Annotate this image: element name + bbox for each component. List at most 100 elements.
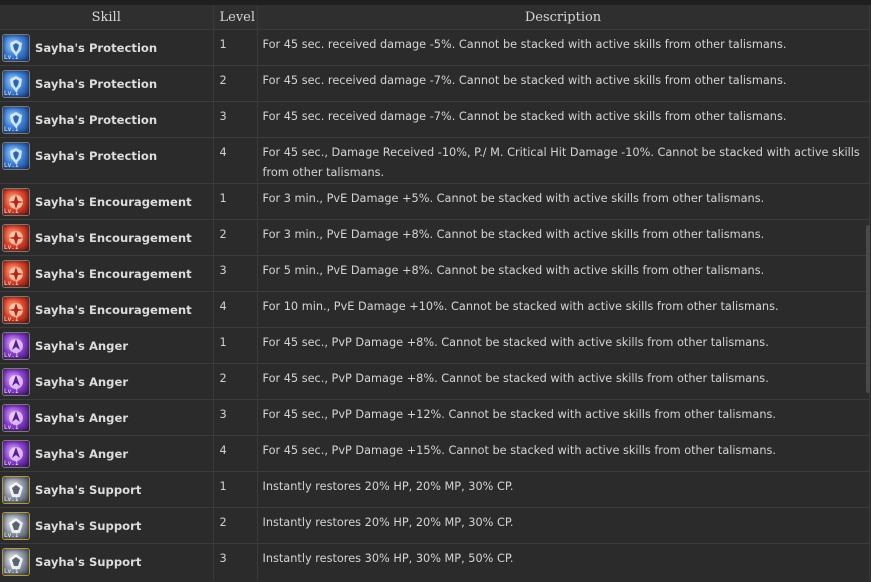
sayhas-support-icon[interactable]: Lv.1 bbox=[2, 512, 30, 540]
skill-wrap: Lv.1 Sayha's Encouragement bbox=[2, 222, 213, 254]
skill-cell: Lv.1 Sayha's Protection bbox=[0, 137, 214, 184]
sayhas-encouragement-icon[interactable]: Lv.1 bbox=[2, 296, 30, 324]
header-skill[interactable]: Skill bbox=[0, 5, 214, 30]
skill-name[interactable]: Sayha's Support bbox=[35, 552, 141, 572]
header-description[interactable]: Description bbox=[257, 5, 870, 30]
sayhas-encouragement-icon[interactable]: Lv.1 bbox=[2, 224, 30, 252]
skills-table: Skill Level Description Lv.1 Sayha's Prot… bbox=[0, 5, 870, 580]
table-row[interactable]: Lv.1 Sayha's Anger 1 For 45 sec., PvP Damag… bbox=[0, 327, 870, 364]
icon-level-badge: Lv.1 bbox=[4, 280, 19, 287]
sayhas-encouragement-icon[interactable]: Lv.1 bbox=[2, 260, 30, 288]
skill-cell: Lv.1 Sayha's Encouragement bbox=[0, 219, 214, 256]
icon-level-badge: Lv.1 bbox=[4, 568, 19, 575]
skill-name[interactable]: Sayha's Anger bbox=[35, 336, 128, 356]
sayhas-protection-icon[interactable]: Lv.1 bbox=[2, 34, 30, 62]
level-cell: 4 bbox=[213, 291, 258, 328]
skill-wrap: Lv.1 Sayha's Anger bbox=[2, 330, 213, 362]
level-cell: 4 bbox=[213, 435, 258, 472]
table-row[interactable]: Lv.1 Sayha's Protection 4 For 45 sec., Dama… bbox=[0, 137, 870, 184]
icon-level-badge: Lv.1 bbox=[4, 460, 19, 467]
table-row[interactable]: Lv.1 Sayha's Encouragement 1 For 3 min., Pv… bbox=[0, 183, 870, 220]
skill-name[interactable]: Sayha's Protection bbox=[35, 146, 157, 166]
skill-name[interactable]: Sayha's Encouragement bbox=[35, 228, 192, 248]
skill-cell: Lv.1 Sayha's Support bbox=[0, 543, 214, 580]
level-cell: 1 bbox=[213, 471, 258, 508]
skill-cell: Lv.1 Sayha's Anger bbox=[0, 435, 214, 472]
description-cell: For 3 min., PvE Damage +5%. Cannot be st… bbox=[257, 183, 870, 220]
skill-wrap: Lv.1 Sayha's Support bbox=[2, 474, 213, 506]
sayhas-protection-icon[interactable]: Lv.1 bbox=[2, 70, 30, 98]
skill-name[interactable]: Sayha's Encouragement bbox=[35, 192, 192, 212]
skill-name[interactable]: Sayha's Encouragement bbox=[35, 264, 192, 284]
icon-level-badge: Lv.1 bbox=[4, 532, 19, 539]
icon-level-badge: Lv.1 bbox=[4, 496, 19, 503]
description-cell: For 45 sec., PvP Damage +12%. Cannot be … bbox=[257, 399, 870, 436]
skill-name[interactable]: Sayha's Support bbox=[35, 516, 141, 536]
skill-cell: Lv.1 Sayha's Support bbox=[0, 507, 214, 544]
skill-name[interactable]: Sayha's Anger bbox=[35, 408, 128, 428]
level-cell: 2 bbox=[213, 507, 258, 544]
skill-name[interactable]: Sayha's Protection bbox=[35, 110, 157, 130]
skill-cell: Lv.1 Sayha's Support bbox=[0, 471, 214, 508]
sayhas-anger-icon[interactable]: Lv.1 bbox=[2, 440, 30, 468]
skill-name[interactable]: Sayha's Protection bbox=[35, 38, 157, 58]
skill-wrap: Lv.1 Sayha's Encouragement bbox=[2, 186, 213, 218]
sayhas-anger-icon[interactable]: Lv.1 bbox=[2, 332, 30, 360]
icon-level-badge: Lv.1 bbox=[4, 162, 19, 169]
table-row[interactable]: Lv.1 Sayha's Anger 2 For 45 sec., PvP Damag… bbox=[0, 363, 870, 400]
skill-wrap: Lv.1 Sayha's Encouragement bbox=[2, 258, 213, 290]
sayhas-support-icon[interactable]: Lv.1 bbox=[2, 476, 30, 504]
skill-name[interactable]: Sayha's Anger bbox=[35, 372, 128, 392]
table-row[interactable]: Lv.1 Sayha's Encouragement 3 For 5 min., Pv… bbox=[0, 255, 870, 292]
description-cell: For 45 sec. received damage -5%. Cannot … bbox=[257, 29, 870, 66]
sayhas-encouragement-icon[interactable]: Lv.1 bbox=[2, 188, 30, 216]
skill-cell: Lv.1 Sayha's Anger bbox=[0, 399, 214, 436]
description-cell: For 45 sec., PvP Damage +8%. Cannot be s… bbox=[257, 363, 870, 400]
icon-level-badge: Lv.1 bbox=[4, 316, 19, 323]
skill-name[interactable]: Sayha's Encouragement bbox=[35, 300, 192, 320]
description-cell: For 5 min., PvE Damage +8%. Cannot be st… bbox=[257, 255, 870, 292]
skill-cell: Lv.1 Sayha's Protection bbox=[0, 101, 214, 138]
table-row[interactable]: Lv.1 Sayha's Encouragement 4 For 10 min., P… bbox=[0, 291, 870, 328]
skill-wrap: Lv.1 Sayha's Protection bbox=[2, 140, 213, 172]
description-cell: For 45 sec. received damage -7%. Cannot … bbox=[257, 65, 870, 102]
icon-level-badge: Lv.1 bbox=[4, 90, 19, 97]
skill-wrap: Lv.1 Sayha's Anger bbox=[2, 402, 213, 434]
sayhas-anger-icon[interactable]: Lv.1 bbox=[2, 368, 30, 396]
table-row[interactable]: Lv.1 Sayha's Anger 4 For 45 sec., PvP Damag… bbox=[0, 435, 870, 472]
icon-level-badge: Lv.1 bbox=[4, 352, 19, 359]
skill-cell: Lv.1 Sayha's Protection bbox=[0, 65, 214, 102]
sayhas-protection-icon[interactable]: Lv.1 bbox=[2, 106, 30, 134]
table-row[interactable]: Lv.1 Sayha's Support 2 Instantly restores 2… bbox=[0, 507, 870, 544]
table-row[interactable]: Lv.1 Sayha's Support 1 Instantly restores 2… bbox=[0, 471, 870, 508]
level-cell: 3 bbox=[213, 543, 258, 580]
skill-cell: Lv.1 Sayha's Anger bbox=[0, 363, 214, 400]
description-cell: For 45 sec., PvP Damage +15%. Cannot be … bbox=[257, 435, 870, 472]
header-level[interactable]: Level bbox=[213, 5, 258, 30]
skill-wrap: Lv.1 Sayha's Support bbox=[2, 510, 213, 542]
skill-cell: Lv.1 Sayha's Encouragement bbox=[0, 255, 214, 292]
table-row[interactable]: Lv.1 Sayha's Protection 2 For 45 sec. recei… bbox=[0, 65, 870, 102]
skill-cell: Lv.1 Sayha's Protection bbox=[0, 29, 214, 66]
skill-wrap: Lv.1 Sayha's Encouragement bbox=[2, 294, 213, 326]
table-row[interactable]: Lv.1 Sayha's Support 3 Instantly restores 3… bbox=[0, 543, 870, 580]
level-cell: 1 bbox=[213, 183, 258, 220]
skill-name[interactable]: Sayha's Anger bbox=[35, 444, 128, 464]
skill-cell: Lv.1 Sayha's Encouragement bbox=[0, 183, 214, 220]
icon-level-badge: Lv.1 bbox=[4, 54, 19, 61]
skill-name[interactable]: Sayha's Support bbox=[35, 480, 141, 500]
description-cell: For 3 min., PvE Damage +8%. Cannot be st… bbox=[257, 219, 870, 256]
header-row: Skill Level Description bbox=[0, 5, 870, 30]
table-row[interactable]: Lv.1 Sayha's Protection 1 For 45 sec. recei… bbox=[0, 29, 870, 66]
table-row[interactable]: Lv.1 Sayha's Protection 3 For 45 sec. recei… bbox=[0, 101, 870, 138]
skill-wrap: Lv.1 Sayha's Support bbox=[2, 546, 213, 578]
description-cell: Instantly restores 20% HP, 20% MP, 30% C… bbox=[257, 507, 870, 544]
table-row[interactable]: Lv.1 Sayha's Anger 3 For 45 sec., PvP Damag… bbox=[0, 399, 870, 436]
sayhas-protection-icon[interactable]: Lv.1 bbox=[2, 142, 30, 170]
sayhas-anger-icon[interactable]: Lv.1 bbox=[2, 404, 30, 432]
skill-name[interactable]: Sayha's Protection bbox=[35, 74, 157, 94]
sayhas-support-icon[interactable]: Lv.1 bbox=[2, 548, 30, 576]
table-row[interactable]: Lv.1 Sayha's Encouragement 2 For 3 min., Pv… bbox=[0, 219, 870, 256]
level-cell: 4 bbox=[213, 137, 258, 184]
scrollbar-thumb[interactable] bbox=[866, 225, 870, 393]
